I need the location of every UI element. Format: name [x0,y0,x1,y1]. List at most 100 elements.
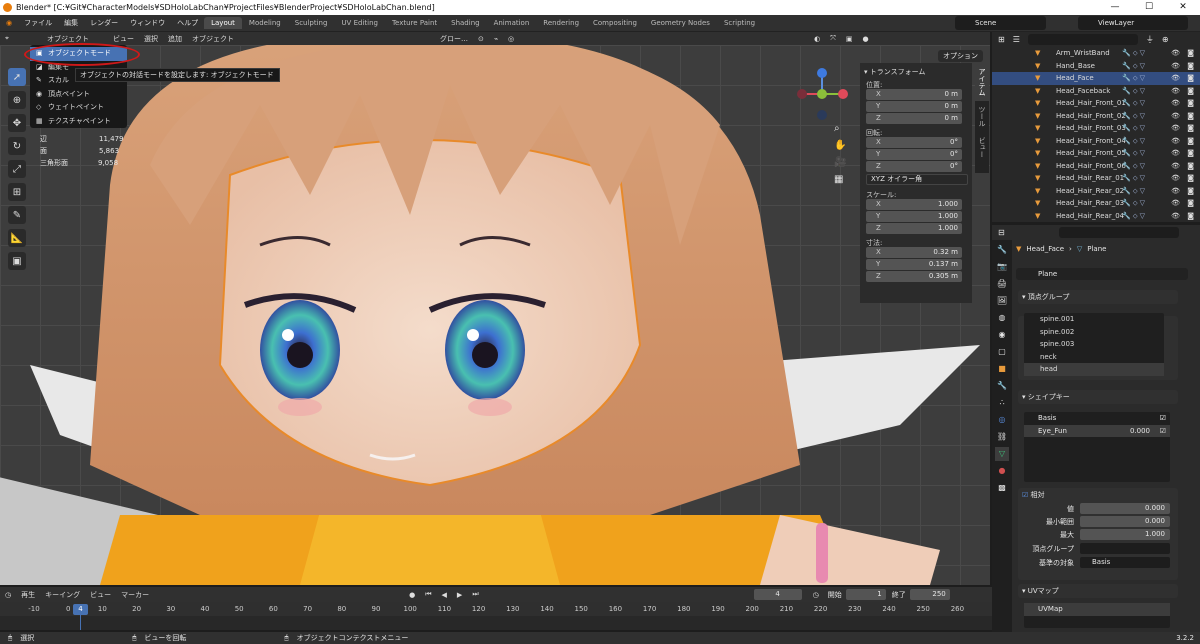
record-icon[interactable]: ● [404,591,420,599]
filter-icon[interactable]: ⏚ [1146,34,1154,45]
playhead[interactable] [80,615,81,630]
zoom-icon[interactable]: ⌕ [834,123,846,134]
tab-tool[interactable]: ツール [975,101,989,132]
menu-marker[interactable]: マーカー [116,590,154,600]
tab-texture-paint[interactable]: Texture Paint [385,17,444,29]
output-tab-icon[interactable]: 🖨 [995,277,1009,291]
jump-end-icon[interactable]: ⏭ [467,590,483,599]
tab-modeling[interactable]: Modeling [242,17,288,29]
render-camera-icon[interactable]: ◙ [1187,122,1194,135]
blender-menu-icon[interactable]: ◉ [0,19,18,27]
scene-selector[interactable]: Scene [955,16,1046,30]
render-camera-icon[interactable]: ◙ [1187,97,1194,110]
eye-icon[interactable]: 👁 [1171,135,1180,148]
shape-key-item[interactable]: Basis ☑ [1024,412,1170,425]
annotate-tool-icon[interactable]: ✎ [8,206,26,224]
tab-shading[interactable]: Shading [444,17,486,29]
render-camera-icon[interactable]: ◙ [1187,160,1194,173]
render-camera-icon[interactable]: ◙ [1187,147,1194,160]
minimize-button[interactable]: — [1098,0,1132,15]
eye-icon[interactable]: 👁 [1171,110,1180,123]
outliner-row[interactable]: ▼ Head_Faceback 🔧⬦▽ 👁 ◙ [992,85,1200,98]
outliner-row[interactable]: ▼ Head_Face 🔧⬦▽ 👁 ◙ [992,72,1200,85]
outliner-search-input[interactable] [1027,34,1138,45]
editor-type-icon[interactable]: ⌖ [0,34,14,43]
menu-edit[interactable]: 編集 [58,18,84,28]
eye-icon[interactable]: 👁 [1171,210,1180,223]
dimensions-x-field[interactable]: X 0.32 m [866,247,962,258]
mesh-datablock-field[interactable]: Plane [1016,268,1188,280]
eye-icon[interactable]: 👁 [1171,172,1180,185]
checkbox-icon[interactable]: ☑ [1022,491,1028,499]
render-camera-icon[interactable]: ◙ [1187,185,1194,198]
editor-type-icon[interactable]: ⊞ [998,35,1005,44]
range-max-field[interactable]: 1.000 [1080,529,1170,540]
menu-item-weight-paint[interactable]: ◇ ウェイトペイント [30,101,127,115]
outliner-row[interactable]: ▼ Head_Hair_Rear_03 🔧⬦▽ 👁 ◙ [992,197,1200,210]
rotation-y-field[interactable]: Y 0° [866,149,962,160]
outliner-row[interactable]: ▼ Head_Hair_Rear_04 🔧⬦▽ 👁 ◙ [992,210,1200,223]
proportional-icon[interactable]: ◎ [503,35,519,43]
transform-section-header[interactable]: ▾ トランスフォーム [860,63,972,77]
add-cube-tool-icon[interactable]: ▣ [8,252,26,270]
vertex-groups-title-bar[interactable]: ▾ 頂点グループ [1018,290,1178,304]
eye-icon[interactable]: 👁 [1171,85,1180,98]
outliner-row[interactable]: ▼ Arm_WristBand 🔧⬦▽ 👁 ◙ [992,47,1200,60]
tool-tab-icon[interactable]: 🔧 [995,243,1009,257]
render-tab-icon[interactable]: 📷 [995,260,1009,274]
gizmo-icon[interactable]: ⤧ [825,34,841,43]
checkbox-icon[interactable]: ☑ [1160,412,1166,425]
eye-icon[interactable]: 👁 [1171,97,1180,110]
tab-geometry-nodes[interactable]: Geometry Nodes [644,17,717,29]
pivot-icon[interactable]: ⊙ [473,35,489,43]
move-tool-icon[interactable]: ✥ [8,114,26,132]
render-camera-icon[interactable]: ◙ [1187,172,1194,185]
camera-view-icon[interactable]: 🎥 [834,157,846,168]
location-x-field[interactable]: X 0 m [866,89,962,100]
object-tab-icon[interactable]: ■ [995,362,1009,376]
menu-playback[interactable]: 再生 [16,590,40,600]
mesh-data-tab-icon[interactable]: ▽ [995,447,1009,461]
transform-tool-icon[interactable]: ⊞ [8,183,26,201]
outliner-row[interactable]: ▼ Head_Hair_Front_06 🔧⬦▽ 👁 ◙ [992,160,1200,173]
dimensions-y-field[interactable]: Y 0.137 m [866,259,962,270]
relative-to-field[interactable]: Basis [1080,557,1170,568]
shading-solid-icon[interactable]: ● [858,35,874,43]
tab-item[interactable]: アイテム [975,63,989,101]
transform-orientation[interactable]: グロー… [435,34,473,44]
rotate-tool-icon[interactable]: ↻ [8,137,26,155]
scale-x-field[interactable]: X 1.000 [866,199,962,210]
display-mode-icon[interactable]: ☰ [1013,35,1020,44]
view-layer-tab-icon[interactable]: 🖼 [995,294,1009,308]
render-camera-icon[interactable]: ◙ [1187,197,1194,210]
shape-key-value[interactable]: 0.000 [1130,425,1150,438]
location-z-field[interactable]: Z 0 m [866,113,962,124]
particles-tab-icon[interactable]: ∴ [995,396,1009,410]
play-icon[interactable]: ▶ [452,591,467,599]
outliner-row[interactable]: ▼ Hand_Base 🔧⬦▽ 👁 ◙ [992,60,1200,73]
new-collection-icon[interactable]: ⊕ [1162,35,1169,44]
jump-start-icon[interactable]: ⏮ [420,590,436,599]
xray-icon[interactable]: ▣ [841,35,858,43]
start-frame-field[interactable]: 1 [845,589,886,600]
shape-key-item[interactable]: Eye_Fun 0.000 ☑ [1024,424,1170,438]
eye-icon[interactable]: 👁 [1171,60,1180,73]
outliner-row[interactable]: ▼ Head_Hair_Front_02 🔧⬦▽ 👁 ◙ [992,110,1200,123]
current-frame-field[interactable]: 4 [753,589,802,600]
physics-tab-icon[interactable]: ◎ [995,413,1009,427]
material-tab-icon[interactable]: ● [995,464,1009,478]
eye-icon[interactable]: 👁 [1171,197,1180,210]
menu-keying[interactable]: キーイング [40,590,85,600]
uv-maps-header[interactable]: ▾ UVマップ [1018,584,1178,598]
checkbox-icon[interactable]: ☑ [1160,425,1166,438]
tab-compositing[interactable]: Compositing [586,17,644,29]
vertex-group-item[interactable]: neck [1024,351,1164,364]
vertex-group-item[interactable]: spine.002 [1024,326,1164,339]
editor-type-icon[interactable]: ◷ [0,591,16,599]
end-frame-field[interactable]: 250 [909,589,950,600]
maximize-button[interactable]: ☐ [1132,0,1166,15]
outliner-row[interactable]: ▼ Head_Hair_Front_05 🔧⬦▽ 👁 ◙ [992,147,1200,160]
select-tool-icon[interactable]: ➚ [8,68,26,86]
tab-layout[interactable]: Layout [204,17,242,29]
play-reverse-icon[interactable]: ◀ [437,591,452,599]
